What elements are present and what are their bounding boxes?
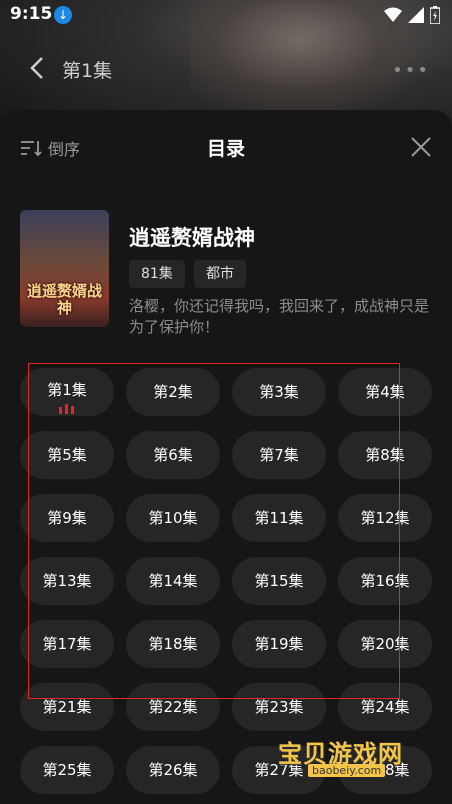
close-icon[interactable] bbox=[410, 136, 432, 158]
episode-label: 第5集 bbox=[47, 446, 87, 464]
battery-icon bbox=[430, 6, 440, 24]
episode-button[interactable]: 第10集 bbox=[126, 494, 220, 542]
episode-button[interactable]: 第26集 bbox=[126, 746, 220, 794]
system-icons bbox=[384, 6, 440, 24]
episode-button[interactable]: 第2集 bbox=[126, 368, 220, 416]
episode-label: 第9集 bbox=[47, 509, 87, 527]
episode-label: 第23集 bbox=[254, 698, 304, 716]
episode-label: 第25集 bbox=[42, 761, 92, 779]
episode-label: 第11集 bbox=[254, 509, 304, 527]
episode-label: 第1集 bbox=[47, 381, 87, 399]
episode-label: 第18集 bbox=[148, 635, 198, 653]
episode-button[interactable]: 第3集 bbox=[232, 368, 326, 416]
episode-label: 第15集 bbox=[254, 572, 304, 590]
episode-label: 第13集 bbox=[42, 572, 92, 590]
episode-button[interactable]: 第5集 bbox=[20, 431, 114, 479]
episode-label: 第3集 bbox=[259, 383, 299, 401]
episode-button[interactable]: 第4集 bbox=[338, 368, 432, 416]
episode-button[interactable]: 第22集 bbox=[126, 683, 220, 731]
episode-label: 第20集 bbox=[360, 635, 410, 653]
episode-button[interactable]: 第11集 bbox=[232, 494, 326, 542]
episode-button[interactable]: 第9集 bbox=[20, 494, 114, 542]
episode-button[interactable]: 第14集 bbox=[126, 557, 220, 605]
nav-title: 第1集 bbox=[62, 60, 113, 82]
episode-label: 第12集 bbox=[360, 509, 410, 527]
episode-label: 第6集 bbox=[153, 446, 193, 464]
episode-button[interactable]: 第1集 bbox=[20, 368, 114, 416]
signal-icon bbox=[408, 7, 424, 23]
wifi-icon bbox=[384, 7, 402, 22]
episode-label: 第2集 bbox=[153, 383, 193, 401]
episode-button[interactable]: 第6集 bbox=[126, 431, 220, 479]
episode-label: 第19集 bbox=[254, 635, 304, 653]
drama-description: 洛樱，你还记得我吗，我回来了，成战神只是为了保护你！ bbox=[129, 297, 430, 336]
episode-button[interactable]: 第19集 bbox=[232, 620, 326, 668]
episode-button[interactable]: 第15集 bbox=[232, 557, 326, 605]
episode-label: 第14集 bbox=[148, 572, 198, 590]
status-bar: 9:15 ↓ bbox=[0, 0, 452, 30]
episode-label: 第8集 bbox=[365, 446, 405, 464]
now-playing-icon bbox=[59, 404, 74, 414]
episode-button[interactable]: 第13集 bbox=[20, 557, 114, 605]
episode-button[interactable]: 第7集 bbox=[232, 431, 326, 479]
episode-button[interactable]: 第12集 bbox=[338, 494, 432, 542]
episode-label: 第16集 bbox=[360, 572, 410, 590]
back-icon[interactable] bbox=[28, 56, 48, 80]
episode-button[interactable]: 第17集 bbox=[20, 620, 114, 668]
sheet-title: 目录 bbox=[206, 138, 245, 160]
episode-button[interactable]: 第8集 bbox=[338, 431, 432, 479]
genre-tag: 都市 bbox=[194, 260, 246, 288]
episode-label: 第17集 bbox=[42, 635, 92, 653]
episode-button[interactable]: 第20集 bbox=[338, 620, 432, 668]
episode-label: 第26集 bbox=[148, 761, 198, 779]
episode-button[interactable]: 第18集 bbox=[126, 620, 220, 668]
episode-label: 第21集 bbox=[42, 698, 92, 716]
watermark-url: baobeiy.com bbox=[308, 764, 386, 777]
download-icon: ↓ bbox=[54, 6, 72, 24]
cover-title: 逍遥赘婿战神 bbox=[26, 282, 102, 317]
watermark: 宝贝游戏网 baobeiy.com bbox=[278, 718, 428, 788]
episode-button[interactable]: 第16集 bbox=[338, 557, 432, 605]
episode-label: 第22集 bbox=[148, 698, 198, 716]
episode-button[interactable]: 第21集 bbox=[20, 683, 114, 731]
status-time: 9:15 bbox=[10, 4, 53, 24]
drama-title: 逍遥赘婿战神 bbox=[129, 226, 255, 250]
episode-button[interactable]: 第25集 bbox=[20, 746, 114, 794]
episode-label: 第7集 bbox=[259, 446, 299, 464]
episodes-count-tag: 81集 bbox=[129, 260, 185, 288]
episode-sheet: 倒序 目录 逍遥赘婿战神 逍遥赘婿战神 81集 都市 洛樱，你还记得我吗，我回来… bbox=[0, 110, 452, 804]
episode-label: 第24集 bbox=[360, 698, 410, 716]
episode-label: 第10集 bbox=[148, 509, 198, 527]
episode-label: 第4集 bbox=[365, 383, 405, 401]
drama-cover: 逍遥赘婿战神 bbox=[20, 210, 109, 327]
more-icon[interactable]: ••• bbox=[392, 60, 430, 81]
